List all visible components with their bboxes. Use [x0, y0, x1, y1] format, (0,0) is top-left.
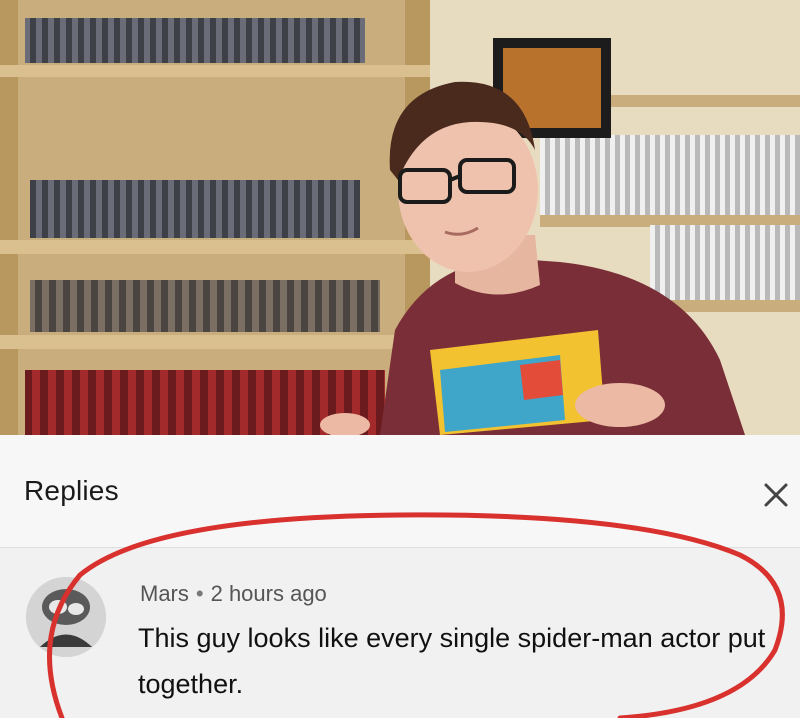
comment-meta: Mars • 2 hours ago	[140, 581, 327, 607]
video-thumbnail-photo	[0, 0, 800, 435]
close-icon	[764, 483, 788, 507]
replies-header: Replies	[0, 435, 800, 548]
close-button[interactable]	[756, 475, 796, 515]
photo-illustration	[0, 0, 800, 435]
avatar-image	[26, 577, 106, 657]
meta-separator: •	[195, 581, 204, 606]
replies-panel: Replies Mars • 2 hours ago This guy looks …	[0, 435, 800, 718]
replies-title: Replies	[24, 475, 119, 506]
comment-text: This guy looks like every single spider-…	[138, 623, 766, 699]
avatar[interactable]	[26, 577, 106, 657]
comment-item: Mars • 2 hours ago This guy looks like eve…	[0, 547, 800, 718]
comment-time: 2 hours ago	[210, 581, 327, 606]
comment-author[interactable]: Mars	[140, 581, 189, 606]
